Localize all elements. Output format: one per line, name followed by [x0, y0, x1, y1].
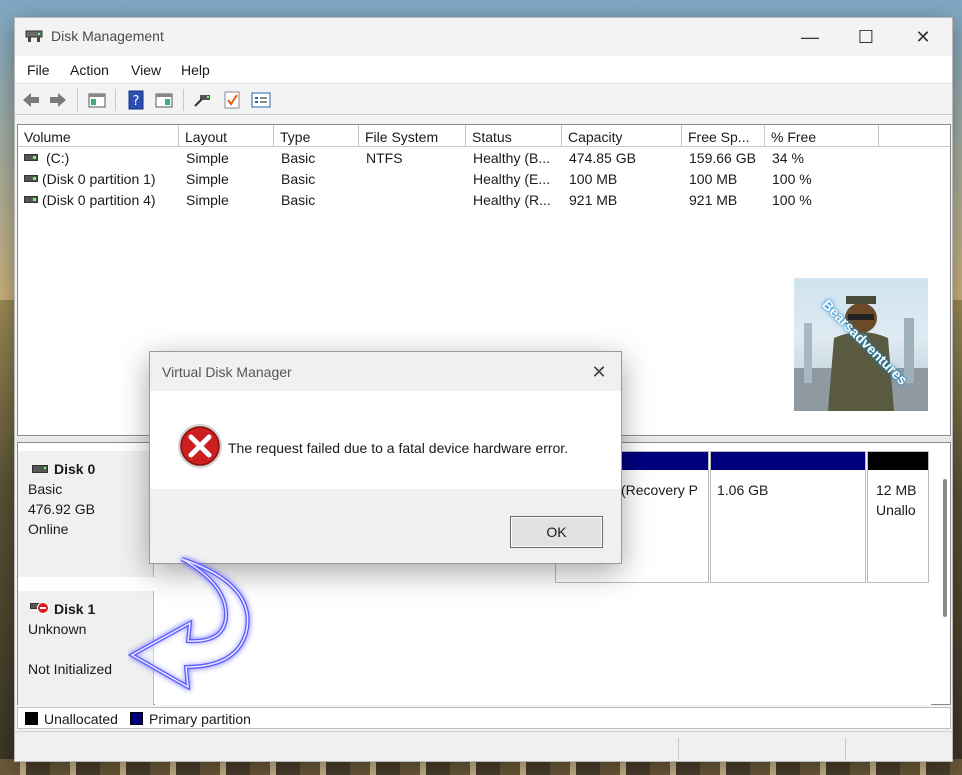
forward-icon[interactable] — [48, 90, 68, 110]
volume-row[interactable]: (Disk 0 partition 1) Simple Basic Health… — [18, 169, 950, 190]
volume-layout: Simple — [186, 150, 229, 166]
help-icon[interactable]: ? — [126, 90, 146, 110]
volume-type: Basic — [281, 192, 316, 208]
volume-free-space: 100 MB — [689, 171, 738, 187]
volume-drive-icon — [24, 154, 38, 161]
svg-text:?: ? — [133, 94, 140, 109]
window-title: Disk Management — [51, 28, 164, 44]
list-icon[interactable] — [251, 90, 271, 110]
legend-primary-partition: Primary partition — [149, 711, 251, 727]
disk-state: Online — [28, 521, 69, 537]
unallocated-swatch — [25, 712, 38, 725]
minimize-icon: — — [801, 26, 819, 47]
volume-status: Healthy (B... — [473, 150, 551, 166]
close-button[interactable]: ✕ — [895, 18, 951, 56]
partition-type: Unallo — [876, 502, 916, 518]
connect-icon[interactable] — [192, 90, 212, 110]
dialog-body: The request failed due to a fatal device… — [150, 391, 621, 489]
error-dialog: Virtual Disk Manager ✕ The request faile… — [149, 351, 622, 564]
column-header-status[interactable]: Status — [466, 125, 562, 147]
menu-file[interactable]: File — [27, 62, 50, 78]
title-bar: Disk Management — ☐ ✕ — [15, 18, 952, 56]
close-icon: ✕ — [591, 361, 607, 382]
volume-type: Basic — [281, 150, 316, 166]
volume-layout: Simple — [186, 192, 229, 208]
partition-label: 1.06 GB — [717, 482, 769, 498]
minimize-button[interactable]: — — [782, 18, 838, 56]
menu-view[interactable]: View — [131, 62, 161, 78]
volume-capacity: 100 MB — [569, 171, 618, 187]
column-header-free-space[interactable]: Free Sp... — [682, 125, 765, 147]
menu-bar: File Action View Help — [15, 56, 952, 84]
volume-layout: Simple — [186, 171, 229, 187]
scrollbar-thumb[interactable] — [943, 479, 947, 617]
volume-drive-icon — [24, 175, 38, 182]
partition-1-06-gb[interactable]: 1.06 GB — [710, 451, 866, 583]
primary-partition-swatch — [130, 712, 143, 725]
check-icon[interactable] — [222, 90, 242, 110]
back-icon[interactable] — [21, 90, 41, 110]
disk-type: Basic — [28, 481, 63, 497]
dialog-message: The request failed due to a fatal device… — [228, 440, 569, 456]
volume-capacity: 474.85 GB — [569, 150, 636, 166]
annotation-arrow-icon — [128, 557, 250, 691]
error-icon — [178, 424, 222, 468]
column-header-capacity[interactable]: Capacity — [562, 125, 682, 147]
legend-unallocated: Unallocated — [44, 711, 118, 727]
ok-button[interactable]: OK — [510, 516, 603, 548]
volume-percent-free: 100 % — [772, 192, 812, 208]
show-hide-console-tree-icon[interactable] — [87, 90, 107, 110]
partition-label: 12 MB Unallo — [876, 480, 916, 520]
volume-percent-free: 34 % — [772, 150, 804, 166]
volume-capacity: 921 MB — [569, 192, 618, 208]
column-header-volume[interactable]: Volume — [18, 125, 179, 147]
volume-name: (Disk 0 partition 1) — [42, 171, 156, 187]
volume-status: Healthy (R... — [473, 192, 551, 208]
properties-icon[interactable] — [154, 90, 174, 110]
dialog-close-button[interactable]: ✕ — [585, 358, 613, 386]
column-header-file-system[interactable]: File System — [359, 125, 466, 147]
column-header-percent-free[interactable]: % Free — [765, 125, 879, 147]
volume-name: (Disk 0 partition 4) — [42, 192, 156, 208]
column-header-layout[interactable]: Layout — [179, 125, 274, 147]
volume-type: Basic — [281, 171, 316, 187]
column-header-type[interactable]: Type — [274, 125, 359, 147]
volume-row[interactable]: (C:) Simple Basic NTFS Healthy (B... 474… — [18, 148, 950, 169]
volume-row[interactable]: (Disk 0 partition 4) Simple Basic Health… — [18, 190, 950, 211]
disk-1-area[interactable] — [155, 591, 931, 705]
legend: Unallocated Primary partition — [17, 707, 951, 729]
partition-color-bar — [711, 452, 865, 470]
maximize-icon: ☐ — [857, 26, 875, 47]
close-icon: ✕ — [915, 26, 931, 47]
disk-size: 476.92 GB — [28, 501, 95, 517]
maximize-button[interactable]: ☐ — [838, 18, 894, 56]
partition-size: 12 MB — [876, 482, 917, 498]
partition-label: (Recovery P — [621, 482, 699, 498]
disk-management-app-icon — [25, 30, 43, 42]
volume-free-space: 159.66 GB — [689, 150, 756, 166]
dialog-title: Virtual Disk Manager — [162, 364, 292, 380]
disk-error-icon — [30, 602, 49, 614]
partition-color-bar — [868, 452, 928, 470]
menu-help[interactable]: Help — [181, 62, 210, 78]
volume-status: Healthy (E... — [473, 171, 551, 187]
volume-drive-icon — [24, 196, 38, 203]
volume-free-space: 921 MB — [689, 192, 738, 208]
partition-unallocated[interactable]: 12 MB Unallo — [867, 451, 929, 583]
menu-action[interactable]: Action — [70, 62, 109, 78]
disk-icon — [32, 465, 48, 473]
status-bar — [15, 731, 952, 761]
watermark-image: Bearsadventures — [794, 278, 928, 411]
volume-percent-free: 100 % — [772, 171, 812, 187]
toolbar: ? — [15, 85, 952, 115]
volume-file-system: NTFS — [366, 150, 403, 166]
volume-name: (C:) — [46, 150, 70, 166]
disk-map-scrollbar[interactable] — [941, 471, 949, 621]
